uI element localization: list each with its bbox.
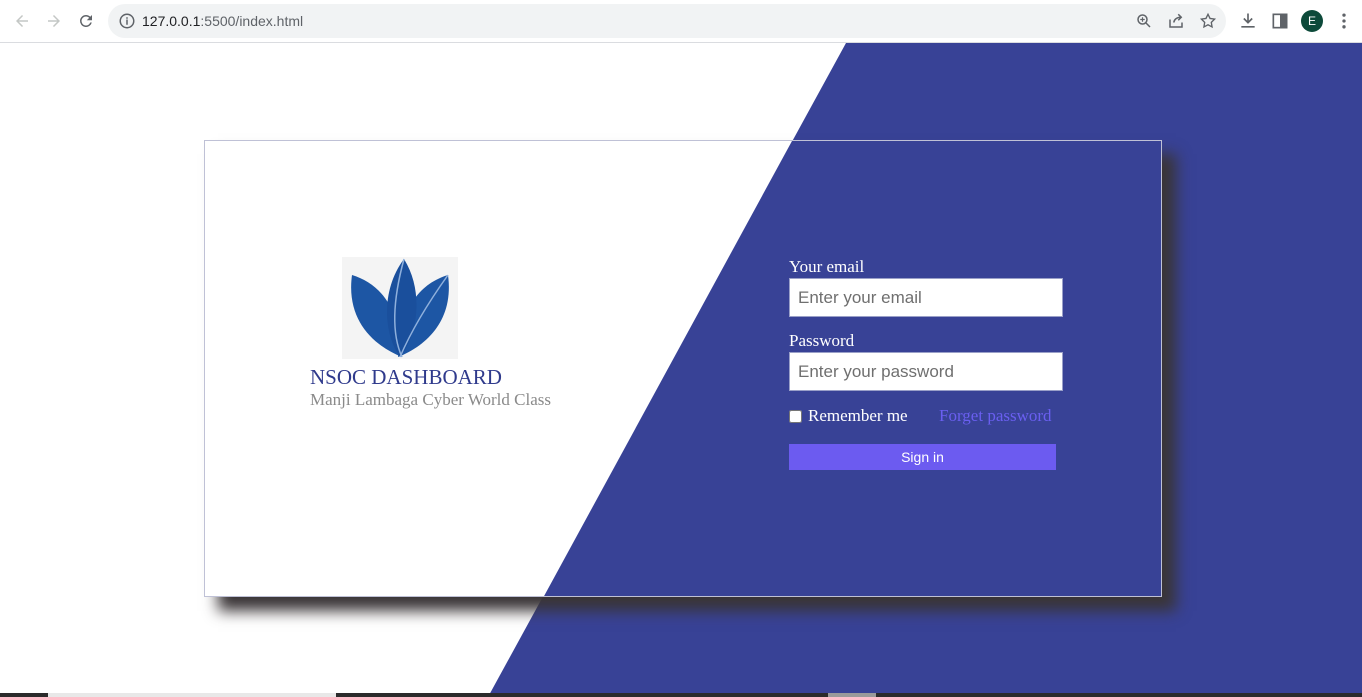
url-text[interactable]: 127.0.0.1:5500/index.html xyxy=(142,13,303,29)
share-icon[interactable] xyxy=(1167,12,1185,30)
brand-title: NSOC DASHBOARD xyxy=(310,365,502,389)
address-bar[interactable]: 127.0.0.1:5500/index.html xyxy=(108,4,1226,38)
arrow-right-icon xyxy=(48,15,60,27)
download-icon[interactable] xyxy=(1238,11,1258,31)
remember-me: Remember me xyxy=(789,406,908,426)
remember-label: Remember me xyxy=(808,406,908,425)
horizontal-scrollbar[interactable] xyxy=(0,693,1362,697)
reload-button[interactable] xyxy=(74,9,98,33)
zoom-icon[interactable] xyxy=(1135,12,1153,30)
login-card: NSOC DASHBOARD Manji Lambaga Cyber World… xyxy=(204,140,1162,597)
info-icon[interactable] xyxy=(118,12,136,30)
scrollbar-thumb-secondary[interactable] xyxy=(828,693,876,697)
back-button[interactable] xyxy=(10,9,34,33)
lotus-logo-icon xyxy=(342,257,458,359)
more-menu-icon[interactable] xyxy=(1334,11,1354,31)
profile-avatar[interactable]: E xyxy=(1301,10,1323,32)
password-field[interactable] xyxy=(789,352,1063,391)
brand-subtitle: Manji Lambaga Cyber World Class xyxy=(310,390,551,409)
remember-checkbox[interactable] xyxy=(789,409,802,423)
side-panel-icon[interactable] xyxy=(1270,11,1290,31)
forgot-password-link[interactable]: Forget password xyxy=(939,406,1052,426)
star-icon[interactable] xyxy=(1199,12,1217,30)
reload-icon xyxy=(80,15,92,27)
url-path: :5500/index.html xyxy=(200,13,304,29)
url-host: 127.0.0.1 xyxy=(142,13,201,29)
browser-toolbar: 127.0.0.1:5500/index.html E xyxy=(0,0,1362,43)
arrow-left-icon xyxy=(16,15,28,27)
scrollbar-thumb[interactable] xyxy=(48,693,336,697)
page-viewport: NSOC DASHBOARD Manji Lambaga Cyber World… xyxy=(0,43,1362,697)
forward-button[interactable] xyxy=(42,9,66,33)
password-label: Password xyxy=(789,331,855,350)
email-label: Your email xyxy=(789,257,865,276)
email-field[interactable] xyxy=(789,278,1063,317)
signin-button[interactable]: Sign in xyxy=(789,444,1056,470)
